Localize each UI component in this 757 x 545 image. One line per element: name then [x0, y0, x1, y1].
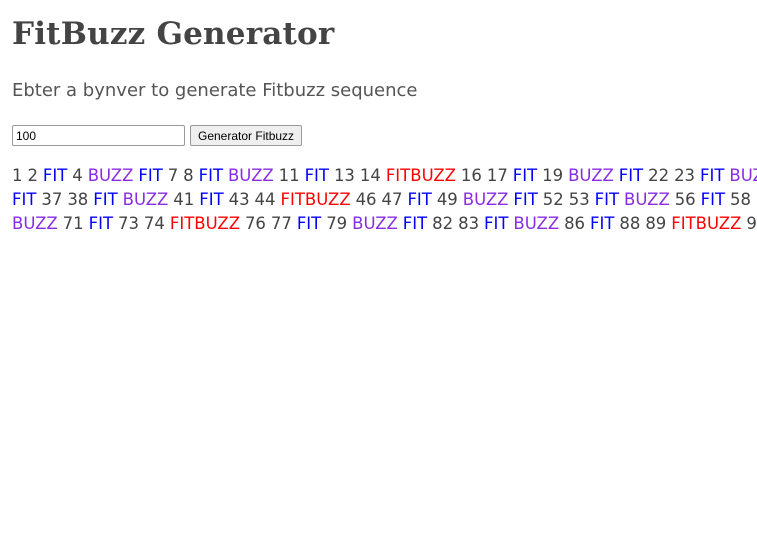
- page-subtitle: Ebter a bynver to generate Fitbuzz seque…: [12, 80, 418, 101]
- generator-form: Generator Fitbuzz: [12, 125, 303, 146]
- result-fit: FIT: [198, 166, 224, 185]
- result-buzz: BUZZ: [568, 166, 614, 185]
- result-number: 56: [674, 190, 696, 209]
- result-fit: FIT: [484, 214, 509, 233]
- result-fit: FIT: [590, 214, 615, 233]
- result-number: 47: [381, 190, 403, 209]
- result-line: 1 2 FIT 4 BUZZ FIT 7 8 FIT BUZZ 11 FIT 13 14 FITBUZZ 16…: [12, 164, 757, 188]
- result-buzz: BUZZ: [87, 166, 134, 185]
- result-fit: FIT: [618, 166, 644, 185]
- result-number: 49: [436, 190, 458, 209]
- result-number: 41: [173, 190, 195, 209]
- result-number: 4: [72, 166, 83, 185]
- result-number: 38: [67, 190, 89, 209]
- result-buzz: BUZZ: [227, 166, 274, 185]
- result-number: 19: [542, 166, 564, 185]
- result-number: 37: [41, 190, 63, 209]
- result-number: 23: [674, 166, 696, 185]
- result-number: 1: [12, 166, 23, 185]
- number-input[interactable]: [12, 125, 185, 146]
- result-fit: FIT: [12, 190, 37, 209]
- result-number: 14: [359, 166, 381, 185]
- result-number: 88: [619, 214, 641, 233]
- result-buzz: BUZZ: [462, 190, 509, 209]
- result-number: 73: [117, 214, 139, 233]
- result-fit: FIT: [93, 190, 118, 209]
- result-fit: FIT: [199, 190, 224, 209]
- result-fit: FIT: [700, 166, 725, 185]
- result-buzz: BUZZ: [122, 190, 169, 209]
- result-number: 44: [254, 190, 276, 209]
- result-fit: FIT: [700, 190, 726, 209]
- result-number: 11: [278, 166, 300, 185]
- result-number: 13: [333, 166, 355, 185]
- result-number: 79: [326, 214, 348, 233]
- result-number: 52: [542, 190, 564, 209]
- result-fitbuzz: FITBUZZ: [169, 214, 240, 233]
- result-fit: FIT: [513, 190, 538, 209]
- result-number: 53: [568, 190, 590, 209]
- result-number: 8: [183, 166, 194, 185]
- result-number: 22: [648, 166, 670, 185]
- result-buzz: BUZZ: [513, 214, 560, 233]
- result-buzz: BUZZ: [729, 166, 757, 185]
- result-buzz: BUZZ: [624, 190, 670, 209]
- result-number: 77: [270, 214, 292, 233]
- result-fit: FIT: [402, 214, 428, 233]
- result-number: 58: [730, 190, 751, 209]
- result-number: 82: [432, 214, 454, 233]
- result-number: 74: [143, 214, 165, 233]
- result-buzz: BUZZ: [12, 214, 58, 233]
- result-fit: FIT: [594, 190, 620, 209]
- result-fit: FIT: [42, 166, 68, 185]
- result-number: 91: [746, 214, 757, 233]
- result-line: FIT 37 38 FIT BUZZ 41 FIT 43 44 FITBUZZ 46 47 FIT 49 B…: [12, 188, 757, 212]
- result-fitbuzz: FITBUZZ: [280, 190, 351, 209]
- result-number: 7: [167, 166, 179, 185]
- result-fit: FIT: [512, 166, 538, 185]
- result-number: 2: [27, 166, 38, 185]
- result-fitbuzz: FITBUZZ: [385, 166, 456, 185]
- result-number: 71: [62, 214, 84, 233]
- result-number: 83: [458, 214, 480, 233]
- result-fit: FIT: [138, 166, 163, 185]
- result-fit: FIT: [88, 214, 114, 233]
- result-fitbuzz: FITBUZZ: [671, 214, 742, 233]
- result-number: 86: [564, 214, 586, 233]
- result-line: BUZZ 71 FIT 73 74 FITBUZZ 76 77 FIT 79 BUZZ FIT 82 83…: [12, 212, 757, 236]
- result-number: 89: [645, 214, 667, 233]
- result-fit: FIT: [304, 166, 329, 185]
- page-title: FitBuzz Generator: [12, 16, 335, 52]
- result-fit: FIT: [407, 190, 432, 209]
- result-number: 43: [228, 190, 250, 209]
- result-buzz: BUZZ: [352, 214, 398, 233]
- result-number: 16: [460, 166, 482, 185]
- result-number: 46: [355, 190, 377, 209]
- result-number: 76: [244, 214, 266, 233]
- result-fit: FIT: [296, 214, 322, 233]
- result-number: 17: [486, 166, 508, 185]
- generate-button[interactable]: Generator Fitbuzz: [190, 125, 303, 146]
- page-container: FitBuzz Generator Ebter a bynver to gene…: [12, 0, 757, 545]
